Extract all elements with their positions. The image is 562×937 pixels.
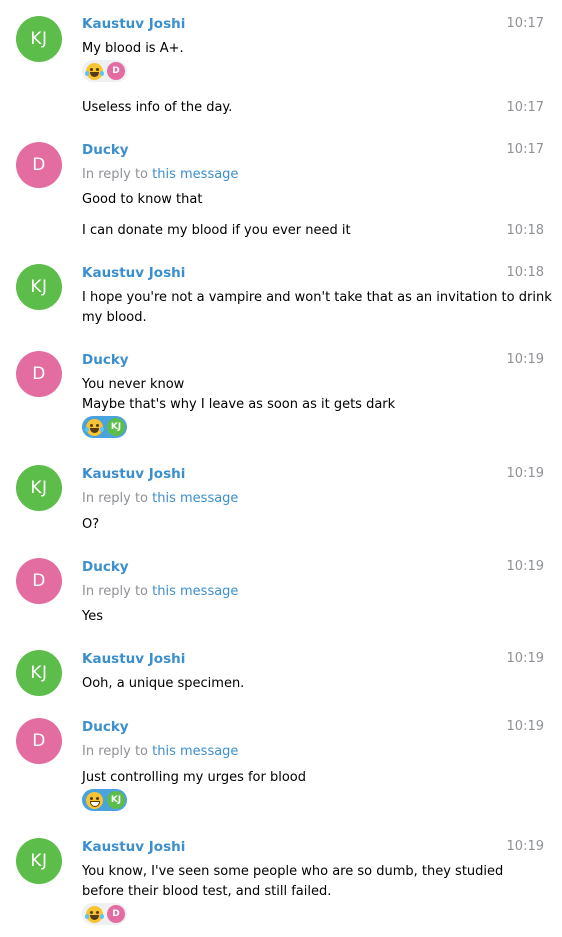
reaction-pill[interactable]: KJ <box>82 416 127 438</box>
reply-prefix: In reply to <box>82 584 149 599</box>
message-time: 10:19 <box>506 466 544 481</box>
avatar-kaustuv[interactable]: KJ <box>16 838 62 884</box>
message-text: O? <box>82 517 100 532</box>
sender-name[interactable]: Kaustuv Joshi <box>82 838 185 856</box>
message-time: 10:19 <box>506 651 544 666</box>
message-text: Maybe that's why I leave as soon as it g… <box>82 397 396 412</box>
reply-link[interactable]: this message <box>152 167 238 182</box>
message-time: 10:18 <box>506 223 544 238</box>
sender-name[interactable]: Kaustuv Joshi <box>82 650 185 668</box>
reply-link[interactable]: this message <box>152 744 238 759</box>
rofl-emoji-icon <box>85 62 104 80</box>
message-time: 10:19 <box>506 352 544 367</box>
sender-name[interactable]: Ducky <box>82 351 129 369</box>
reply-reference: In reply to this message <box>82 490 238 508</box>
reactor-avatar: KJ <box>107 418 125 436</box>
message-time: 10:17 <box>506 16 544 31</box>
grinning-face-emoji-icon <box>86 791 103 809</box>
avatar-kaustuv[interactable]: KJ <box>16 650 62 696</box>
reactor-avatar: D <box>107 905 125 923</box>
reaction-bar: KJ <box>82 788 127 812</box>
reaction-bar: D <box>82 59 127 83</box>
rofl-emoji-icon <box>85 905 104 923</box>
message-time: 10:17 <box>506 100 544 115</box>
message-text: I can donate my blood if you ever need i… <box>82 223 351 238</box>
reactor-avatar: D <box>107 62 125 80</box>
message-time: 10:18 <box>506 265 544 280</box>
reaction-pill[interactable]: D <box>82 903 127 925</box>
message-text: Good to know that <box>82 192 203 207</box>
avatar-ducky[interactable]: D <box>16 718 62 764</box>
message-text: Just controlling my urges for blood <box>82 770 307 785</box>
sender-name[interactable]: Ducky <box>82 718 129 736</box>
avatar-kaustuv[interactable]: KJ <box>16 465 62 511</box>
message-text: My blood is A+. <box>82 41 184 56</box>
reaction-pill[interactable]: KJ <box>82 789 127 811</box>
sender-name[interactable]: Ducky <box>82 558 129 576</box>
message-time: 10:17 <box>506 142 544 157</box>
message-feed: KJ Kaustuv Joshi 10:17 My blood is A+. D… <box>0 0 562 937</box>
rofl-emoji-icon <box>85 418 104 436</box>
reply-reference: In reply to this message <box>82 743 238 761</box>
message-time: 10:19 <box>506 559 544 574</box>
sender-name[interactable]: Ducky <box>82 141 129 159</box>
message-time: 10:19 <box>506 839 544 854</box>
reply-reference: In reply to this message <box>82 166 238 184</box>
message-text: Yes <box>82 609 103 624</box>
sender-name[interactable]: Kaustuv Joshi <box>82 264 185 282</box>
reply-prefix: In reply to <box>82 491 149 506</box>
avatar-kaustuv[interactable]: KJ <box>16 264 62 310</box>
avatar-kaustuv[interactable]: KJ <box>16 16 62 62</box>
avatar-ducky[interactable]: D <box>16 351 62 397</box>
message-text: You know, I've seen some people who are … <box>82 864 504 899</box>
reply-reference: In reply to this message <box>82 583 238 601</box>
reply-link[interactable]: this message <box>152 584 238 599</box>
message-text: You never know <box>82 377 185 392</box>
sender-name[interactable]: Kaustuv Joshi <box>82 15 185 33</box>
reactor-avatar: KJ <box>107 791 125 809</box>
avatar-ducky[interactable]: D <box>16 558 62 604</box>
reply-link[interactable]: this message <box>152 491 238 506</box>
reaction-bar: D <box>82 902 127 926</box>
reply-prefix: In reply to <box>82 744 149 759</box>
message-text: Useless info of the day. <box>82 100 233 115</box>
avatar-ducky[interactable]: D <box>16 142 62 188</box>
message-time: 10:19 <box>506 719 544 734</box>
message-text: I hope you're not a vampire and won't ta… <box>82 290 552 325</box>
reaction-bar: KJ <box>82 415 127 439</box>
sender-name[interactable]: Kaustuv Joshi <box>82 465 185 483</box>
reply-prefix: In reply to <box>82 167 149 182</box>
message-text: Ooh, a unique specimen. <box>82 676 245 691</box>
reaction-pill[interactable]: D <box>82 60 127 82</box>
